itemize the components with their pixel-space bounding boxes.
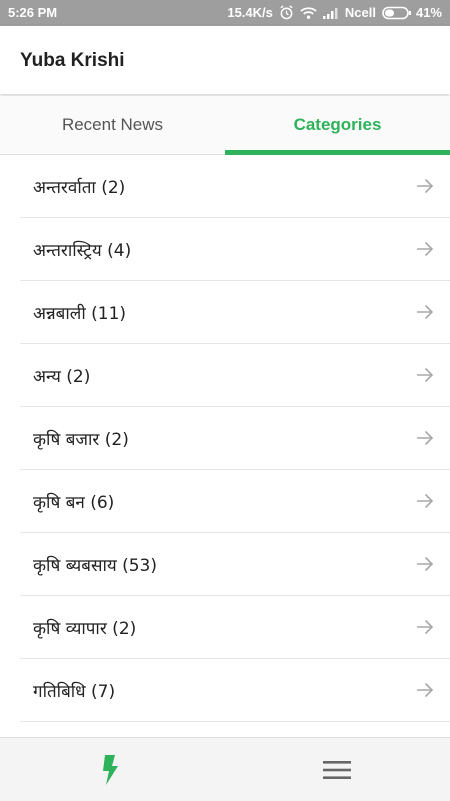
hamburger-menu-icon[interactable] (323, 760, 351, 784)
status-bar: 5:26 PM 15.4K/s Ncell 41% (0, 0, 450, 26)
battery-icon (382, 6, 412, 20)
arrow-right-icon (416, 681, 434, 703)
tab-categories[interactable]: Categories (225, 96, 450, 155)
arrow-right-icon (416, 429, 434, 451)
lightning-bolt-icon[interactable] (102, 755, 120, 789)
category-item[interactable]: कृषि बजार (2) (20, 407, 450, 470)
battery: 41% (382, 5, 442, 20)
arrow-right-icon (416, 618, 434, 640)
category-label: अन्नबाली (11) (33, 304, 127, 324)
category-label: गतिबिधि (7) (33, 682, 116, 702)
category-list: अन्तरर्वाता (2) अन्तरास्ट्रिय (4) अन्नबा… (0, 155, 450, 722)
category-item[interactable]: कृषि व्यापार (2) (20, 596, 450, 659)
category-item[interactable]: कृषि बन (6) (20, 470, 450, 533)
tab-label: Recent News (61, 115, 164, 134)
category-item[interactable]: अन्तरास्ट्रिय (4) (20, 218, 450, 281)
battery-percent: 41% (415, 5, 442, 20)
category-label: अन्तरास्ट्रिय (4) (33, 241, 132, 261)
arrow-right-icon (416, 303, 434, 325)
category-item[interactable]: अन्य (2) (20, 344, 450, 407)
network-speed: 15.4K/s (227, 5, 273, 20)
wifi-icon (300, 6, 317, 20)
category-label: कृषि बन (6) (33, 493, 115, 513)
status-indicators: 15.4K/s Ncell 41% (227, 5, 442, 20)
alarm-icon (279, 5, 294, 20)
category-item[interactable]: कृषि ब्यबसाय (53) (20, 533, 450, 596)
arrow-right-icon (416, 492, 434, 514)
app-bar: Yuba Krishi (0, 26, 450, 94)
arrow-right-icon (416, 240, 434, 262)
category-item[interactable]: गतिबिधि (7) (20, 659, 450, 722)
category-item[interactable]: अन्नबाली (11) (20, 281, 450, 344)
tab-label: Categories (293, 115, 382, 134)
arrow-right-icon (416, 555, 434, 577)
signal-icon (322, 7, 339, 19)
category-label: कृषि व्यापार (2) (33, 619, 137, 639)
tab-bar: Recent News Categories (0, 96, 450, 155)
category-label: अन्तरर्वाता (2) (33, 178, 126, 198)
category-label: कृषि ब्यबसाय (53) (33, 556, 158, 576)
bottom-nav (0, 737, 450, 801)
tab-recent-news[interactable]: Recent News (0, 96, 225, 154)
category-label: अन्य (2) (33, 367, 91, 387)
arrow-right-icon (416, 366, 434, 388)
app-title: Yuba Krishi (20, 50, 125, 71)
category-label: कृषि बजार (2) (33, 430, 129, 450)
status-time: 5:26 PM (8, 5, 58, 20)
carrier-name: Ncell (344, 5, 376, 20)
category-item[interactable]: अन्तरर्वाता (2) (20, 155, 450, 218)
arrow-right-icon (416, 177, 434, 199)
